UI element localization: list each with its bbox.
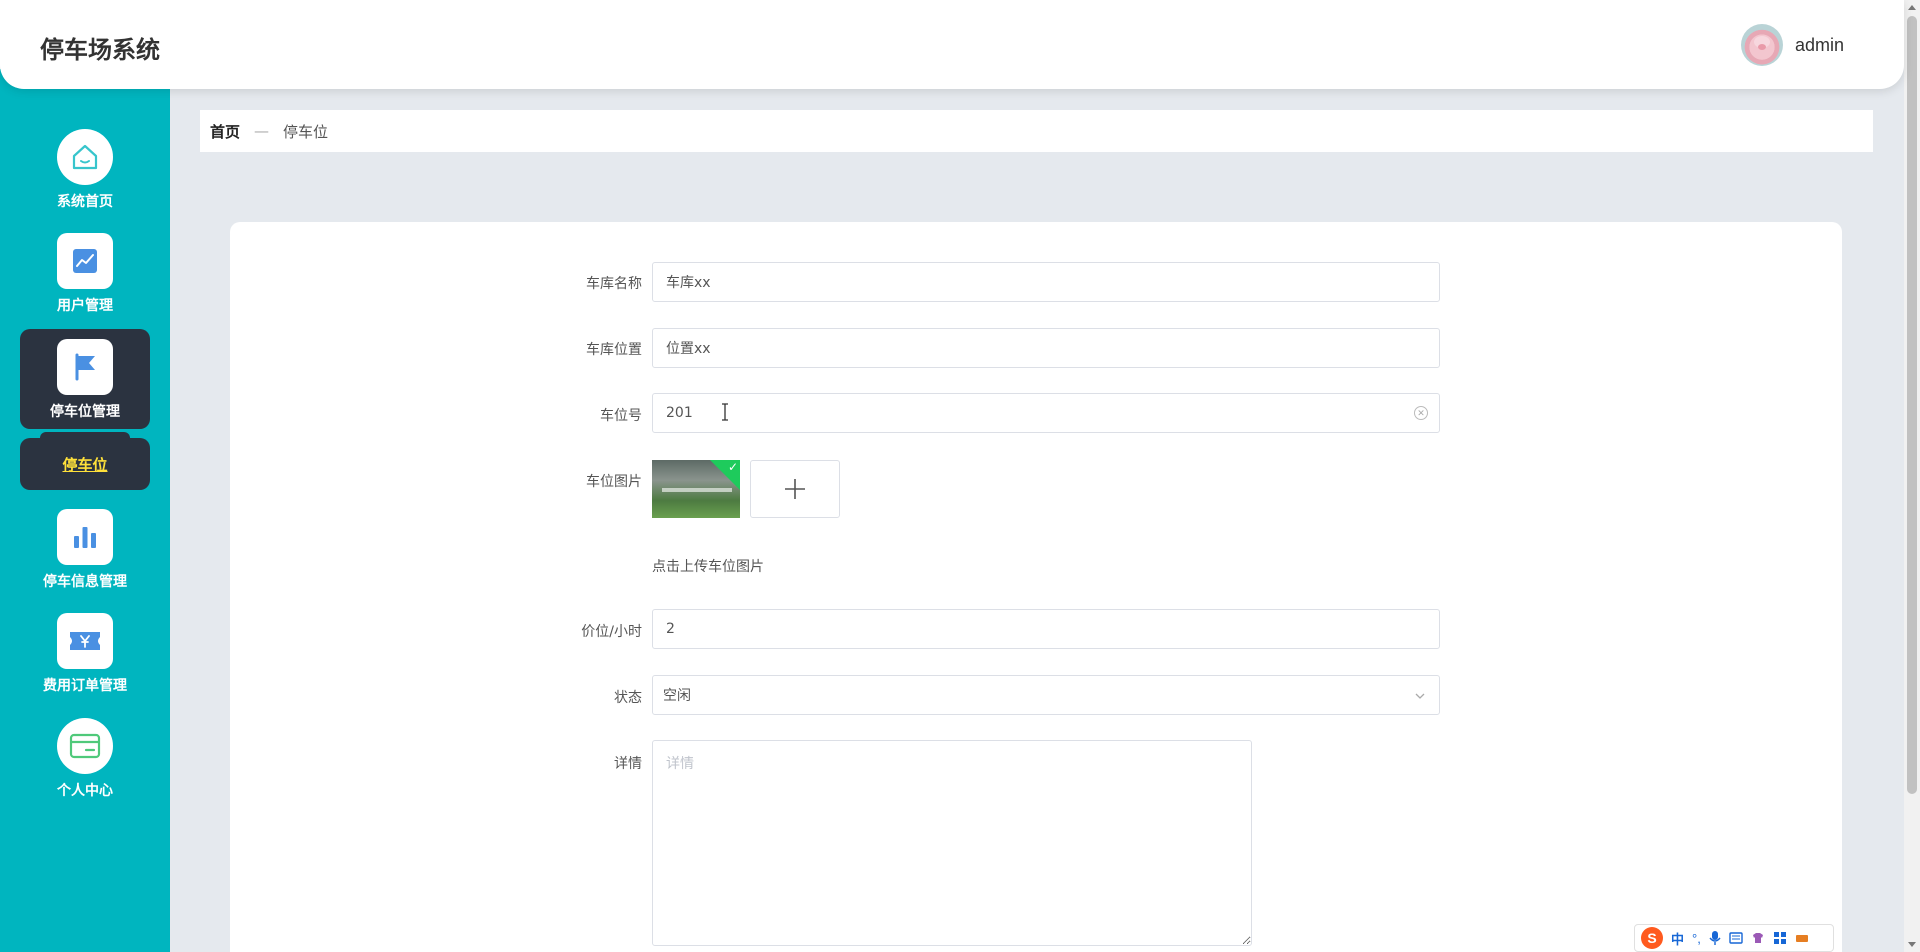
card-icon [57,718,113,774]
grid-icon[interactable] [1773,931,1787,945]
status-select-value: 空闲 [663,688,691,704]
price-label: 价位/小时 [581,624,642,640]
sidebar-item-parking-info[interactable]: 停车信息管理 [20,499,150,599]
garage-location-label: 车库位置 [586,342,642,358]
breadcrumb-home[interactable]: 首页 [210,121,240,142]
keyboard-icon[interactable] [1729,932,1743,944]
scroll-down-icon[interactable] [1908,942,1916,947]
ime-mode[interactable]: 中 [1671,929,1684,948]
status-select[interactable]: 空闲 [652,675,1440,715]
avatar[interactable] [1740,24,1783,66]
sidebar-item-users[interactable]: 用户管理 [20,223,150,323]
sidebar-item-label: 停车位管理 [50,404,120,420]
status-label: 状态 [614,690,642,706]
sidebar-item-parking-spots[interactable]: 停车位管理 [20,329,150,429]
sidebar-subitem-label: 停车位 [62,455,108,474]
scroll-up-icon[interactable] [1908,5,1916,10]
plus-icon [785,479,805,499]
sidebar-subitem-parking-spot[interactable]: 停车位 [20,432,150,490]
skin-icon[interactable] [1751,931,1765,945]
breadcrumb-current: 停车位 [283,122,329,141]
sogou-logo-icon[interactable]: S [1641,927,1663,949]
text-cursor-icon [722,403,728,421]
sidebar: 系统首页 用户管理 停车位管理 停车位 停车信息管理 费用订单管理 个人中心 [0,69,170,952]
check-icon: ✓ [727,460,738,474]
form-card: 车库名称 车库位置 车位号 ✕ 车位图片 ✓ 点击上传车位图片 价位/小时 状态… [230,222,1842,952]
upload-hint: 点击上传车位图片 [652,559,764,575]
sidebar-item-orders[interactable]: 费用订单管理 [20,603,150,703]
bar-chart-icon [57,509,113,565]
breadcrumb: 首页 — 停车位 [200,110,1873,152]
sidebar-item-profile[interactable]: 个人中心 [20,708,150,808]
breadcrumb-separator: — [254,122,270,140]
ime-punctuation[interactable]: °, [1692,931,1701,946]
chevron-down-icon[interactable] [1414,690,1426,702]
page-scrollbar[interactable] [1904,0,1920,952]
clear-icon[interactable]: ✕ [1414,406,1428,420]
home-icon [57,129,113,185]
spot-number-label: 车位号 [600,408,642,424]
details-textarea[interactable] [652,740,1252,946]
upload-image-button[interactable] [750,460,840,518]
tools-icon[interactable] [1795,932,1809,944]
microphone-icon[interactable] [1709,930,1721,946]
user-menu[interactable]: admin [1740,24,1844,66]
user-name[interactable]: admin [1795,35,1844,56]
garage-location-input[interactable] [652,328,1440,368]
spot-image-thumbnail[interactable]: ✓ [652,460,740,518]
sidebar-item-label: 个人中心 [57,783,113,799]
top-header: 停车场系统 admin [0,0,1904,89]
price-input[interactable] [652,609,1440,649]
app-title: 停车场系统 [40,37,160,64]
sidebar-item-label: 系统首页 [57,194,113,210]
flag-icon [57,339,113,395]
sidebar-item-label: 费用订单管理 [43,678,127,694]
ticket-icon [57,613,113,669]
sidebar-item-label: 用户管理 [57,298,113,314]
scroll-thumb[interactable] [1907,16,1917,794]
spot-image-label: 车位图片 [586,474,642,490]
details-label: 详情 [614,756,642,772]
sidebar-item-label: 停车信息管理 [43,574,127,590]
garage-name-input[interactable] [652,262,1440,302]
garage-name-label: 车库名称 [586,276,642,292]
spot-number-input[interactable] [652,393,1440,433]
sidebar-item-home[interactable]: 系统首页 [20,119,150,219]
chart-line-icon [57,233,113,289]
ime-toolbar[interactable]: S 中 °, [1634,924,1834,952]
